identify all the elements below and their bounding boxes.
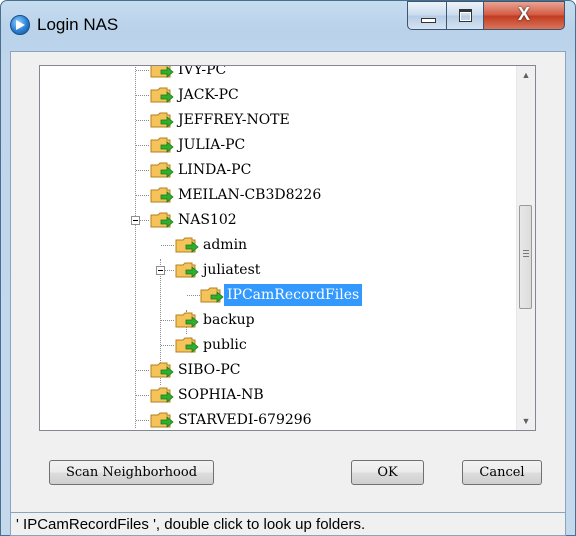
tree-item[interactable]: JULIA-PC bbox=[40, 133, 510, 158]
folder-tree[interactable]: IVY-PC JACK-PC JEFFREY-NOTE JULIA-PC LIN… bbox=[39, 65, 536, 431]
tree-item-selected[interactable]: IPCamRecordFiles bbox=[40, 283, 510, 308]
network-folder-icon bbox=[175, 237, 199, 253]
cancel-button[interactable]: Cancel bbox=[462, 460, 542, 485]
network-folder-icon bbox=[150, 387, 174, 403]
tree-item[interactable]: NAS102 bbox=[40, 208, 510, 233]
network-folder-icon bbox=[175, 312, 199, 328]
ok-button[interactable]: OK bbox=[351, 460, 424, 485]
network-folder-icon bbox=[150, 112, 174, 128]
tree-item[interactable]: juliatest bbox=[40, 258, 510, 283]
caption-buttons: X bbox=[407, 1, 565, 31]
login-nas-window: Login NAS X IVY-PC JACK-PC JEFFREY-NOTE … bbox=[0, 0, 576, 536]
title-bar[interactable]: Login NAS X bbox=[1, 1, 575, 51]
window-title: Login NAS bbox=[37, 15, 119, 34]
tree-item[interactable]: JACK-PC bbox=[40, 83, 510, 108]
tree-item[interactable]: MEILAN-CB3D8226 bbox=[40, 183, 510, 208]
app-icon bbox=[10, 15, 30, 35]
scan-neighborhood-button[interactable]: Scan Neighborhood bbox=[49, 460, 214, 485]
grip-icon bbox=[523, 250, 529, 259]
maximize-icon bbox=[459, 9, 472, 22]
network-folder-icon bbox=[150, 66, 174, 78]
tree-item[interactable]: LINDA-PC bbox=[40, 158, 510, 183]
scroll-down-arrow-icon[interactable]: ▼ bbox=[517, 412, 535, 430]
scrollbar-thumb[interactable] bbox=[519, 205, 532, 309]
tree-item[interactable]: SIBO-PC bbox=[40, 358, 510, 383]
minimize-icon bbox=[421, 18, 436, 23]
network-folder-icon bbox=[150, 412, 174, 428]
collapse-icon[interactable] bbox=[156, 266, 165, 275]
network-folder-icon bbox=[150, 87, 174, 103]
network-folder-icon bbox=[175, 262, 199, 278]
collapse-icon[interactable] bbox=[131, 216, 140, 225]
dialog-content: IVY-PC JACK-PC JEFFREY-NOTE JULIA-PC LIN… bbox=[10, 51, 566, 513]
tree-item[interactable]: JEFFREY-NOTE bbox=[40, 108, 510, 133]
status-bar: ' IPCamRecordFiles ', double click to lo… bbox=[10, 512, 566, 536]
network-folder-icon bbox=[150, 137, 174, 153]
maximize-button[interactable] bbox=[446, 1, 484, 30]
close-button[interactable]: X bbox=[483, 1, 565, 30]
tree-item[interactable]: public bbox=[40, 333, 510, 358]
network-folder-icon bbox=[150, 212, 174, 228]
network-folder-icon bbox=[200, 287, 224, 303]
network-folder-icon bbox=[150, 162, 174, 178]
close-icon: X bbox=[517, 4, 530, 24]
tree-item[interactable]: SOPHIA-NB bbox=[40, 383, 510, 408]
tree-item[interactable]: STARVEDI-679296 bbox=[40, 408, 510, 430]
tree-item[interactable]: IVY-PC bbox=[40, 66, 510, 83]
tree-item[interactable]: backup bbox=[40, 308, 510, 333]
network-folder-icon bbox=[175, 337, 199, 353]
scroll-up-arrow-icon[interactable]: ▲ bbox=[517, 66, 535, 84]
tree-item[interactable]: admin bbox=[40, 233, 510, 258]
network-folder-icon bbox=[150, 362, 174, 378]
vertical-scrollbar[interactable]: ▲ ▼ bbox=[516, 66, 535, 430]
minimize-button[interactable] bbox=[407, 1, 447, 30]
network-folder-icon bbox=[150, 187, 174, 203]
status-text: ' IPCamRecordFiles ', double click to lo… bbox=[16, 516, 366, 533]
